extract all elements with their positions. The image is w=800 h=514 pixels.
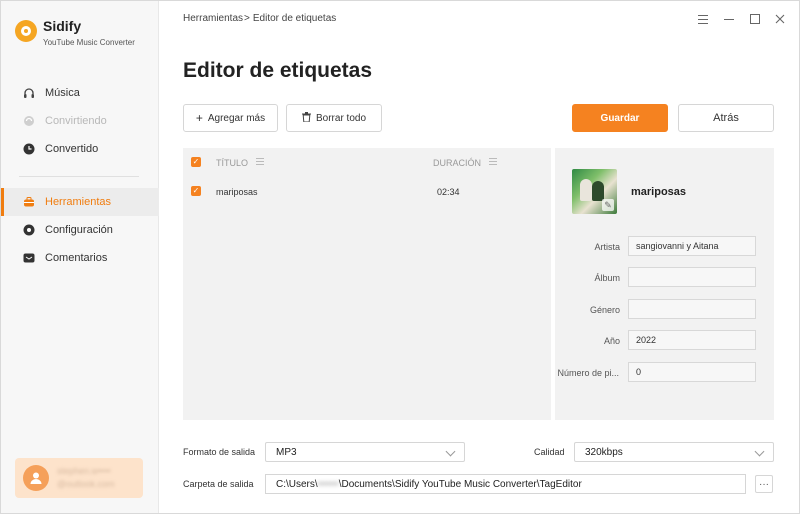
plus-icon: +: [195, 111, 203, 125]
save-label: Guardar: [600, 112, 640, 124]
delete-all-button[interactable]: Borrar todo: [286, 104, 382, 132]
quality-select[interactable]: 320kbps: [574, 442, 774, 462]
brand: Sidify YouTube Music Converter: [15, 17, 135, 47]
sidebar-item-label: Herramientas: [45, 196, 112, 208]
output-folder-input[interactable]: C:\Users\ •••••• \Documents\Sidify YouTube…: [265, 474, 746, 494]
delete-all-label: Borrar todo: [315, 112, 367, 124]
album-cover[interactable]: ✎: [572, 169, 617, 214]
folder-path-suffix: \Documents\Sidify YouTube Music Converte…: [338, 478, 582, 490]
genre-label: Género: [589, 305, 620, 315]
sidebar: Sidify YouTube Music Converter Música Co…: [1, 1, 159, 513]
output-format-label: Formato de salida: [183, 447, 256, 457]
sidebar-item-label: Comentarios: [45, 252, 108, 264]
browse-folder-button[interactable]: ···: [755, 475, 773, 493]
sidebar-item-convertido[interactable]: Convertido: [1, 135, 159, 163]
output-format-select[interactable]: MP3: [265, 442, 465, 462]
toolbox-icon: [23, 196, 35, 208]
sidify-logo-icon: [15, 20, 37, 42]
quality-value: 320kbps: [585, 446, 623, 458]
user-email-line1: stephen.w••••: [57, 466, 111, 476]
album-field[interactable]: [628, 267, 756, 287]
clock-icon: [23, 143, 35, 155]
tag-detail-panel: ✎ mariposas Artista sangiovanni y Aitana…: [555, 148, 774, 420]
add-more-button[interactable]: + Agregar más: [183, 104, 278, 132]
app-window: Sidify YouTube Music Converter Música Co…: [0, 0, 800, 514]
year-field[interactable]: 2022: [628, 330, 756, 350]
track-table: ✓ TÍTULO DURACIÓN ✓ mariposas 02:34: [183, 148, 551, 420]
sidebar-item-convirtiendo[interactable]: Convirtiendo: [1, 107, 159, 135]
output-format-value: MP3: [276, 446, 297, 458]
row-checkbox[interactable]: ✓: [191, 186, 201, 196]
user-account-card[interactable]: stephen.w•••• @outlook.com: [15, 458, 143, 498]
sort-icon[interactable]: [256, 158, 264, 165]
breadcrumb-parent[interactable]: Herramientas: [183, 13, 243, 24]
genre-field[interactable]: [628, 299, 756, 319]
column-header-title[interactable]: TÍTULO: [216, 158, 248, 168]
headphones-icon: [23, 87, 35, 99]
sort-icon[interactable]: [489, 158, 497, 165]
add-more-label: Agregar más: [207, 112, 266, 124]
chevron-down-icon: [754, 446, 765, 457]
menu-icon[interactable]: [697, 13, 709, 25]
sidebar-nav-top: Música Convirtiendo Convertido: [1, 79, 159, 163]
quality-label: Calidad: [534, 447, 565, 457]
cover-figure: [580, 179, 592, 201]
folder-path-user: ••••••: [317, 478, 339, 490]
close-icon[interactable]: [774, 13, 786, 25]
brand-subtitle: YouTube Music Converter: [43, 38, 135, 47]
track-number-label: Número de pi...: [557, 368, 619, 378]
sidebar-item-herramientas[interactable]: Herramientas: [1, 188, 159, 216]
cover-figure: [592, 181, 604, 201]
artist-field[interactable]: sangiovanni y Aitana: [628, 236, 756, 256]
trash-icon: [301, 111, 311, 125]
avatar: [23, 465, 49, 491]
brand-name: Sidify: [43, 18, 82, 34]
breadcrumb: Herramientas> Editor de etiquetas: [183, 13, 336, 24]
track-duration: 02:34: [437, 187, 460, 197]
folder-path-prefix: C:\Users\: [276, 478, 318, 490]
back-label: Atrás: [713, 112, 739, 124]
sidebar-divider: [19, 176, 139, 177]
sidebar-item-label: Convirtiendo: [45, 115, 107, 127]
artist-value: sangiovanni y Aitana: [636, 241, 719, 251]
chevron-down-icon: [445, 446, 456, 457]
sidebar-item-label: Configuración: [45, 224, 113, 236]
column-header-duration[interactable]: DURACIÓN: [433, 158, 481, 168]
detail-song-title: mariposas: [631, 186, 687, 198]
sync-icon: [23, 115, 35, 127]
sidebar-item-label: Música: [45, 87, 80, 99]
mail-icon: [23, 252, 35, 264]
track-number-field[interactable]: 0: [628, 362, 756, 382]
track-title: mariposas: [216, 187, 258, 197]
output-folder-label: Carpeta de salida: [183, 479, 254, 489]
track-number-value: 0: [636, 367, 642, 377]
sidebar-item-configuracion[interactable]: Configuración: [1, 216, 159, 244]
year-label: Año: [603, 336, 620, 346]
edit-cover-icon[interactable]: ✎: [602, 199, 614, 211]
user-icon: [30, 472, 42, 484]
gear-icon: [23, 224, 35, 236]
sidebar-nav-bottom: Herramientas Configuración Comentarios: [1, 188, 159, 272]
sidebar-item-label: Convertido: [45, 143, 99, 155]
page-title: Editor de etiquetas: [183, 59, 373, 82]
breadcrumb-separator: >: [244, 13, 250, 24]
artist-label: Artista: [594, 242, 620, 252]
minimize-icon[interactable]: [723, 13, 735, 25]
table-header: ✓ TÍTULO DURACIÓN: [183, 148, 551, 176]
sidebar-item-musica[interactable]: Música: [1, 79, 159, 107]
save-button[interactable]: Guardar: [572, 104, 668, 132]
album-label: Álbum: [594, 273, 620, 283]
maximize-icon[interactable]: [749, 13, 761, 25]
select-all-checkbox[interactable]: ✓: [191, 157, 201, 167]
main-content: Herramientas> Editor de etiquetas Editor …: [159, 1, 800, 514]
user-email-line2: @outlook.com: [57, 479, 115, 489]
sidebar-item-comentarios[interactable]: Comentarios: [1, 244, 159, 272]
year-value: 2022: [636, 335, 657, 345]
breadcrumb-current: Editor de etiquetas: [252, 13, 337, 24]
back-button[interactable]: Atrás: [678, 104, 774, 132]
